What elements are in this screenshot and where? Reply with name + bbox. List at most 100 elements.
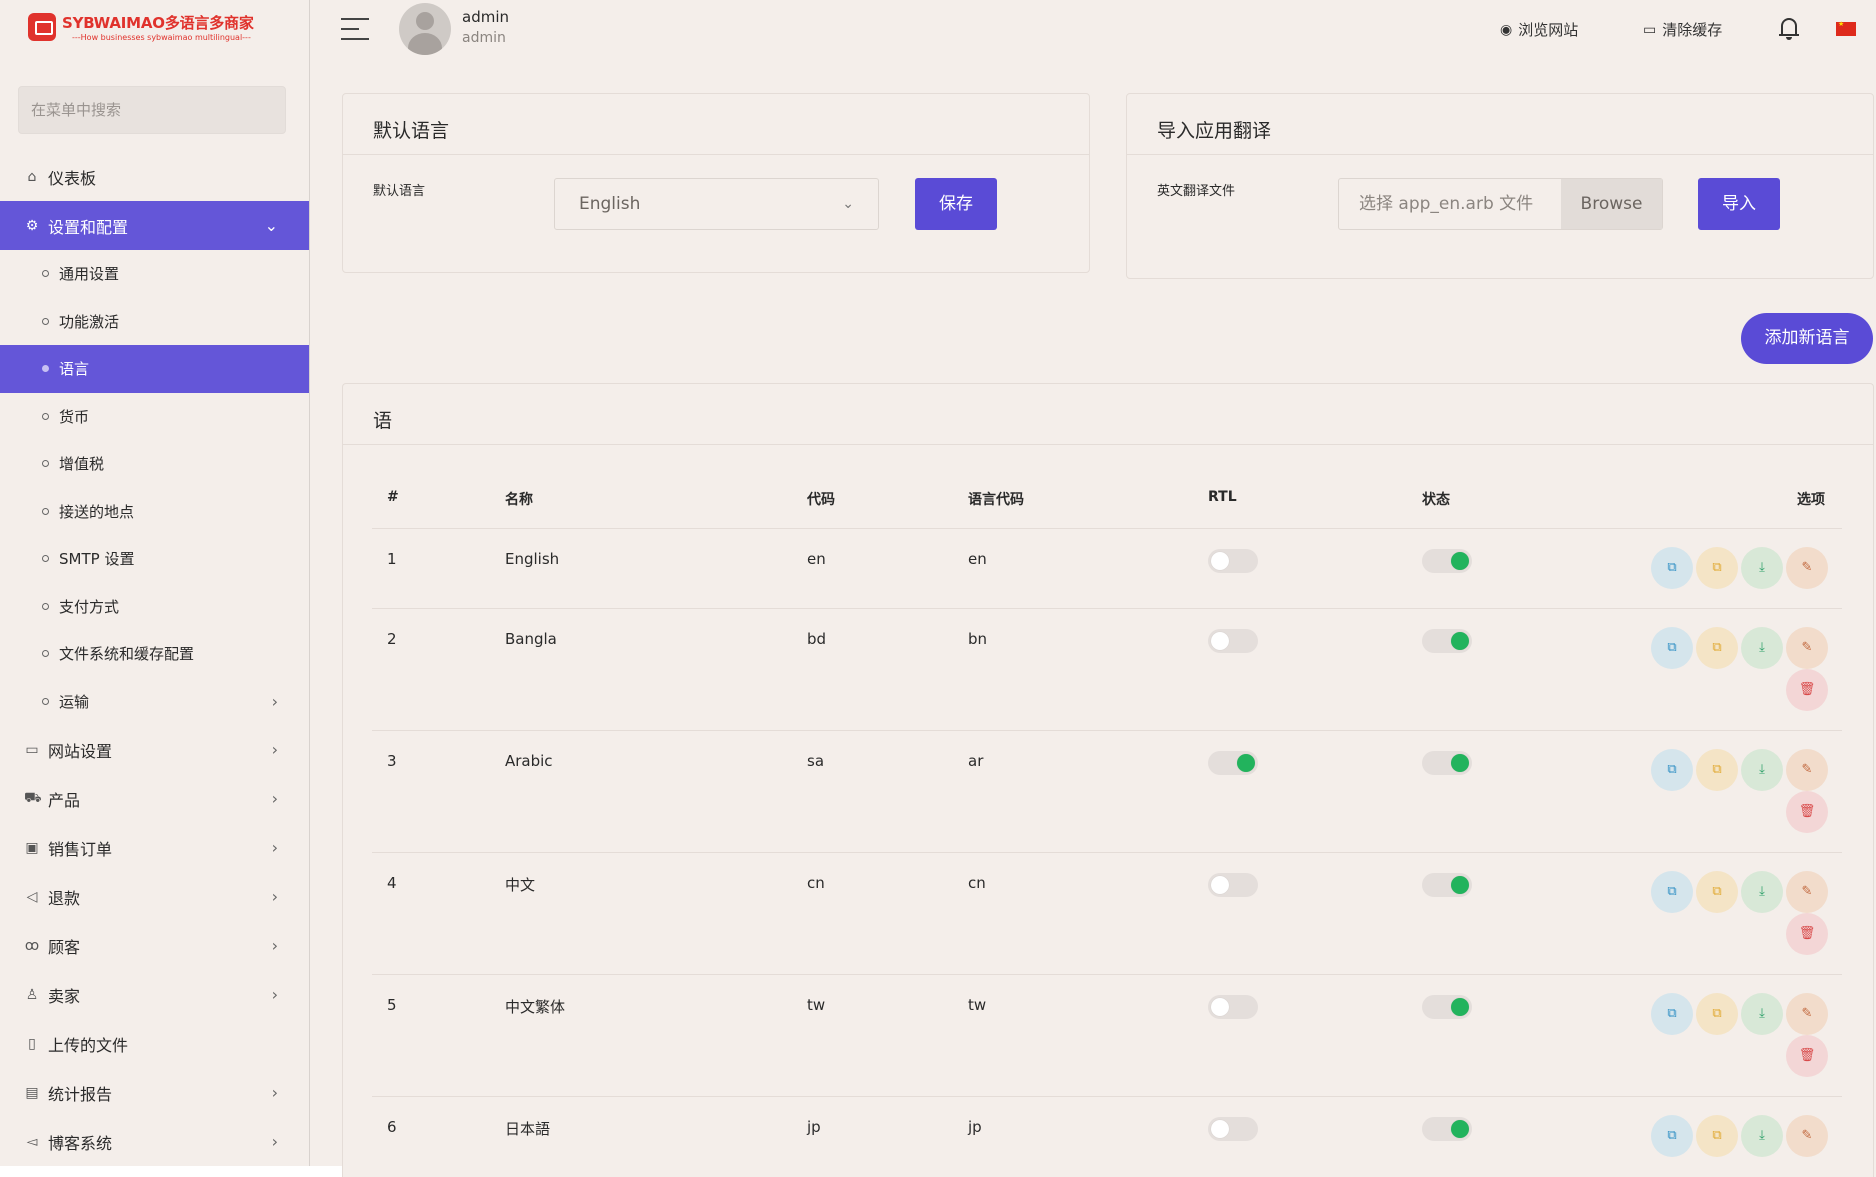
copy-button[interactable]: ⧉ bbox=[1696, 1115, 1738, 1157]
status-toggle[interactable] bbox=[1422, 629, 1472, 653]
circle-bullet-icon bbox=[42, 412, 49, 420]
sidebar-subitem-payment[interactable]: 支付方式 bbox=[0, 583, 309, 631]
sidebar-subitem-label: SMTP 设置 bbox=[59, 550, 135, 569]
row-divider bbox=[372, 608, 1842, 609]
copy-button[interactable]: ⧉ bbox=[1696, 871, 1738, 913]
download-button[interactable]: ⤓ bbox=[1741, 1115, 1783, 1157]
download-button[interactable]: ⤓ bbox=[1741, 871, 1783, 913]
sidebar-footer-strip bbox=[0, 1166, 360, 1177]
rtl-toggle[interactable] bbox=[1208, 549, 1258, 573]
sidebar-item-blog[interactable]: ◅ 博客系统 › bbox=[0, 1117, 309, 1166]
sidebar-subitem-label: 货币 bbox=[59, 407, 90, 426]
download-button[interactable]: ⤓ bbox=[1741, 749, 1783, 791]
sidebar-item-refunds[interactable]: ◁ 退款 › bbox=[0, 872, 309, 921]
edit-button[interactable]: ✎ bbox=[1786, 1115, 1828, 1157]
money-icon: ▣ bbox=[25, 839, 39, 856]
column-header: RTL bbox=[1208, 489, 1237, 505]
cell-name: English bbox=[505, 550, 560, 568]
save-button[interactable]: 保存 bbox=[915, 178, 997, 230]
menu-search-input[interactable]: 在菜单中搜索 bbox=[18, 86, 286, 134]
copy-button[interactable]: ⧉ bbox=[1696, 993, 1738, 1035]
rtl-toggle[interactable] bbox=[1208, 1117, 1258, 1141]
sidebar-item-settings[interactable]: ⚙ 设置和配置 ⌄ bbox=[0, 201, 309, 250]
status-toggle[interactable] bbox=[1422, 1117, 1472, 1141]
rtl-toggle[interactable] bbox=[1208, 873, 1258, 897]
default-language-select[interactable]: English ⌄ bbox=[554, 178, 879, 230]
cart-icon: ⛟ bbox=[24, 789, 42, 806]
sidebar-subitem-filesystem[interactable]: 文件系统和缓存配置 bbox=[0, 630, 309, 678]
translate-button[interactable]: ⧉ bbox=[1651, 627, 1693, 669]
status-toggle[interactable] bbox=[1422, 751, 1472, 775]
sidebar-item-sellers[interactable]: ♙ 卖家 › bbox=[0, 970, 309, 1019]
sidebar-item-orders[interactable]: ▣ 销售订单 › bbox=[0, 823, 309, 872]
sidebar-item-label: 博客系统 bbox=[48, 1133, 113, 1153]
rtl-toggle[interactable] bbox=[1208, 629, 1258, 653]
status-toggle[interactable] bbox=[1422, 549, 1472, 573]
sidebar-item-label: 顾客 bbox=[48, 937, 81, 957]
rewind-icon: ◁ bbox=[26, 888, 38, 905]
download-button[interactable]: ⤓ bbox=[1741, 627, 1783, 669]
delete-button[interactable]: 🗑 bbox=[1786, 1035, 1828, 1077]
delete-button[interactable]: 🗑 bbox=[1786, 791, 1828, 833]
sidebar-item-products[interactable]: ⛟ 产品 › bbox=[0, 774, 309, 823]
copy-button[interactable]: ⧉ bbox=[1696, 627, 1738, 669]
clear-cache-label: 清除缓存 bbox=[1662, 21, 1723, 39]
rtl-toggle[interactable] bbox=[1208, 751, 1258, 775]
cell-lang-code: ar bbox=[968, 752, 984, 770]
sidebar-item-website[interactable]: ▭ 网站设置 › bbox=[0, 725, 309, 774]
rtl-toggle[interactable] bbox=[1208, 995, 1258, 1019]
column-header: # bbox=[387, 489, 399, 505]
browse-button[interactable]: Browse bbox=[1561, 179, 1662, 229]
translate-button[interactable]: ⧉ bbox=[1651, 547, 1693, 589]
sidebar-item-label: 卖家 bbox=[48, 986, 81, 1006]
menu-toggle-icon[interactable] bbox=[341, 18, 369, 42]
sidebar-item-reports[interactable]: ▤ 统计报告 › bbox=[0, 1068, 309, 1117]
add-language-button[interactable]: 添加新语言 bbox=[1741, 313, 1873, 364]
sidebar-item-dashboard[interactable]: ⌂ 仪表板 bbox=[0, 152, 309, 201]
download-button[interactable]: ⤓ bbox=[1741, 993, 1783, 1035]
import-translation-card: 导入应用翻译 英文翻译文件 选择 app_en.arb 文件 Browse 导入 bbox=[1126, 93, 1874, 279]
clear-cache-link[interactable]: ▭ 清除缓存 bbox=[1643, 19, 1722, 40]
status-toggle[interactable] bbox=[1422, 995, 1472, 1019]
card-divider bbox=[1127, 154, 1873, 155]
copy-button[interactable]: ⧉ bbox=[1696, 749, 1738, 791]
file-icon: ▯ bbox=[28, 1035, 36, 1052]
import-button[interactable]: 导入 bbox=[1698, 178, 1780, 230]
hdd-icon: ▭ bbox=[1643, 21, 1657, 38]
sidebar-subitem-shipping[interactable]: 运输 › bbox=[0, 678, 309, 726]
sidebar-subitem-pickup[interactable]: 接送的地点 bbox=[0, 488, 309, 536]
translate-button[interactable]: ⧉ bbox=[1651, 871, 1693, 913]
sidebar-subitem-features[interactable]: 功能激活 bbox=[0, 298, 309, 346]
brand-logo[interactable]: SYBWAIMAO多语言多商家 ---How businesses sybwai… bbox=[28, 12, 254, 42]
translate-button[interactable]: ⧉ bbox=[1651, 1115, 1693, 1157]
sidebar-subitem-smtp[interactable]: SMTP 设置 bbox=[0, 535, 309, 583]
sidebar-item-customers[interactable]: ꝏ 顾客 › bbox=[0, 921, 309, 970]
delete-button[interactable]: 🗑 bbox=[1786, 913, 1828, 955]
status-toggle[interactable] bbox=[1422, 873, 1472, 897]
circle-bullet-icon bbox=[42, 460, 49, 468]
bell-icon[interactable] bbox=[1778, 15, 1800, 41]
edit-button[interactable]: ✎ bbox=[1786, 993, 1828, 1035]
edit-button[interactable]: ✎ bbox=[1786, 547, 1828, 589]
chevron-down-icon: ⌄ bbox=[264, 216, 278, 235]
sidebar-subitem-label: 语言 bbox=[59, 360, 90, 379]
sidebar-subitem-language[interactable]: 语言 bbox=[0, 345, 309, 393]
avatar[interactable] bbox=[399, 3, 451, 55]
delete-button[interactable]: 🗑 bbox=[1786, 669, 1828, 711]
translation-file-input[interactable]: 选择 app_en.arb 文件 Browse bbox=[1338, 178, 1663, 230]
sidebar-subitem-currency[interactable]: 货币 bbox=[0, 393, 309, 441]
sidebar-subitem-general[interactable]: 通用设置 bbox=[0, 250, 309, 298]
translate-button[interactable]: ⧉ bbox=[1651, 749, 1693, 791]
copy-button[interactable]: ⧉ bbox=[1696, 547, 1738, 589]
translate-button[interactable]: ⧉ bbox=[1651, 993, 1693, 1035]
sidebar-subitem-vat[interactable]: 增值税 bbox=[0, 440, 309, 488]
edit-button[interactable]: ✎ bbox=[1786, 627, 1828, 669]
edit-button[interactable]: ✎ bbox=[1786, 749, 1828, 791]
china-flag-icon[interactable] bbox=[1836, 20, 1856, 36]
sidebar-item-uploads[interactable]: ▯ 上传的文件 bbox=[0, 1019, 309, 1068]
download-button[interactable]: ⤓ bbox=[1741, 547, 1783, 589]
edit-button[interactable]: ✎ bbox=[1786, 871, 1828, 913]
sidebar-subitem-label: 运输 bbox=[59, 692, 90, 711]
sidebar-item-label: 统计报告 bbox=[48, 1084, 113, 1104]
browse-website-link[interactable]: ◉ 浏览网站 bbox=[1500, 19, 1578, 40]
